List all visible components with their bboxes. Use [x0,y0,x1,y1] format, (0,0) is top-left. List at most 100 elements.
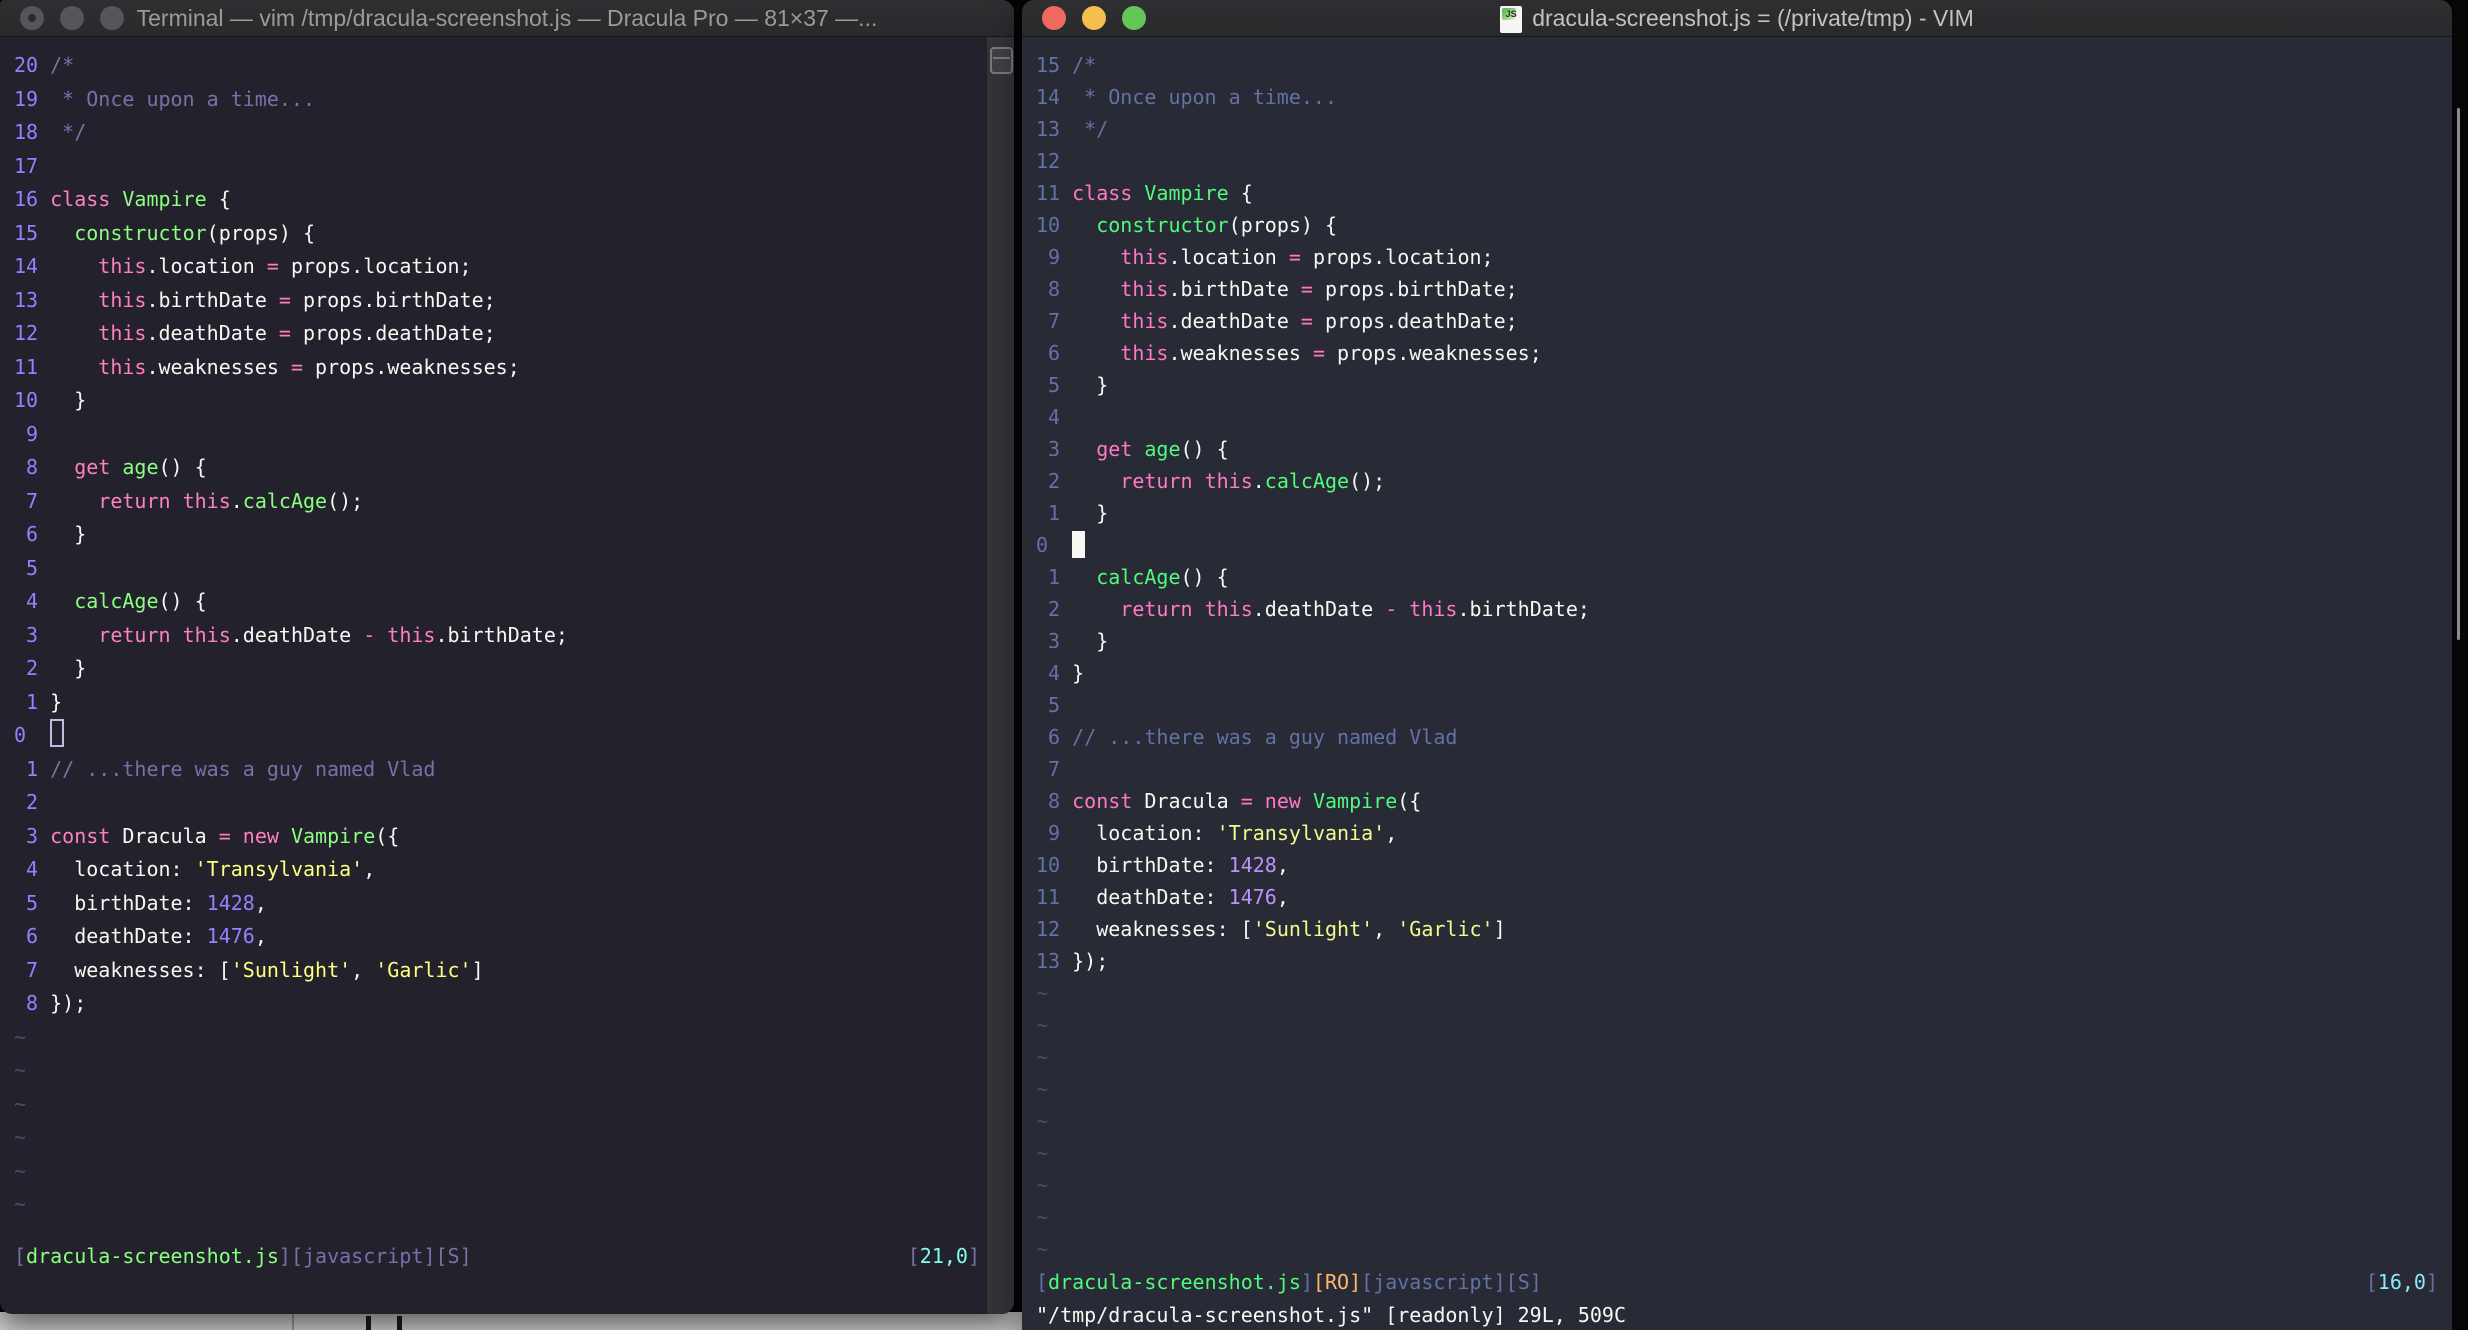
code-token: } [1072,373,1109,397]
close-button[interactable] [20,6,44,30]
line-number: 5 [26,890,39,915]
code-token: , [1276,885,1289,909]
minimize-button[interactable] [60,6,84,30]
code-line: 7 weaknesses: ['Sunlight', 'Garlic'] [14,954,984,988]
code-line: 12 this.deathDate = props.deathDate; [14,317,984,351]
code-token: props.birthDate; [1312,277,1518,301]
statusline-segment: ] [1529,1270,1542,1294]
statusline-cursor-position: [21,0] [908,1240,980,1273]
code-token: age [1144,437,1181,461]
code-token: ] [1493,917,1506,941]
code-token: .birthDate; [1457,597,1590,621]
split-pane-button[interactable] [990,47,1013,74]
code-line: 3 const Dracula = new Vampire({ [14,820,984,854]
line-number: 9 [1048,821,1061,845]
tilde-marker: ~ [1036,1141,1049,1165]
statusline-segment: dracula-screenshot.js [1048,1270,1301,1294]
code-token: location: [50,857,195,881]
code-line: 13 */ [1036,113,2422,145]
code-line: 1 } [1036,497,2422,529]
code-token: Vampire [290,823,376,848]
code-token: props.birthDate; [290,287,496,312]
code-token: 'Sunlight' [1252,917,1374,941]
vim-statusline: [dracula-screenshot.js][javascript][S] [2… [14,1240,980,1273]
code-token: this [1204,469,1253,493]
code-area[interactable]: 20/* 19 * Once upon a time... 18 */17 16 cla… [14,49,984,1222]
code-token: }); [50,991,87,1015]
code-token: weaknesses: [ [1072,917,1253,941]
code-token: } [50,689,63,714]
statusline-segment: [ [1361,1270,1374,1294]
code-token: } [1072,629,1109,653]
code-line: 11 this.weaknesses = props.weaknesses; [14,351,984,385]
code-line: 6 } [14,518,984,552]
line-number: 1 [1048,501,1061,525]
code-token: Dracula [1132,789,1241,813]
code-token: (props) { [1228,213,1338,237]
code-token: /* [50,53,75,77]
code-token: { [1228,181,1253,205]
code-token: calcAge [1264,469,1350,493]
empty-buffer-line: ~ [14,1155,984,1189]
statusline-segment: 16,0 [2377,1270,2426,1294]
zoom-button[interactable] [100,6,124,30]
background-scrollbar-thumb[interactable] [2457,108,2460,640]
statusline-segment: ][ [423,1244,448,1268]
code-token: }); [1072,949,1109,973]
statusline-segment: [ [14,1244,27,1268]
line-number: 8 [1048,277,1061,301]
code-token: Vampire [1144,181,1229,205]
statusline-file-info: [dracula-screenshot.js][javascript][S] [14,1240,472,1273]
code-line: 8 this.birthDate = props.birthDate; [1036,273,2422,305]
code-line: 3 } [1036,625,2422,657]
code-token: // ...there was a guy named Vlad [1072,725,1458,749]
code-token: .birthDate; [435,622,568,647]
code-token: 'Garlic' [375,957,472,982]
code-token: = [218,823,231,848]
tilde-marker: ~ [14,1024,27,1049]
code-line: 1} [14,686,984,720]
scrollbar-track[interactable] [986,37,1014,1314]
tilde-marker: ~ [1036,1013,1049,1037]
code-token: deathDate: [1072,885,1229,909]
code-token: 1476 [206,924,255,948]
code-token: } [50,656,87,680]
background-window-fragment [0,1312,1034,1330]
code-token: new [242,823,279,848]
code-token: 'Transylvania' [194,857,364,881]
code-token: = [1312,341,1325,365]
code-area[interactable]: 15/* 14 * Once upon a time... 13 */12 11 cla… [1036,49,2422,1265]
line-number: 14 [1036,85,1061,109]
code-token: () { [1180,565,1229,589]
minimize-button[interactable] [1082,6,1106,30]
code-line: 8}); [14,987,984,1021]
code-token: this [98,254,147,278]
statusline-segment: ] [967,1244,980,1268]
code-token: props.weaknesses; [303,354,520,379]
code-token: 'Sunlight' [230,957,352,982]
line-number: 2 [26,656,39,680]
macvim-titlebar[interactable]: dracula-screenshot.js = (/private/tmp) -… [1022,0,2452,37]
code-token: . [1252,469,1265,493]
tilde-marker: ~ [1036,1109,1049,1133]
code-token: // ...there was a guy named Vlad [50,756,436,781]
code-token: this [98,354,147,379]
code-line: 4 calcAge() { [14,585,984,619]
close-button[interactable] [1042,6,1066,30]
code-line: 2 return this.deathDate - this.birthDate… [1036,593,2422,625]
terminal-titlebar[interactable]: Terminal — vim /tmp/dracula-screenshot.j… [0,0,1014,37]
code-line: 11 class Vampire { [1036,177,2422,209]
zoom-button[interactable] [1122,6,1146,30]
code-token: .deathDate [146,321,279,345]
